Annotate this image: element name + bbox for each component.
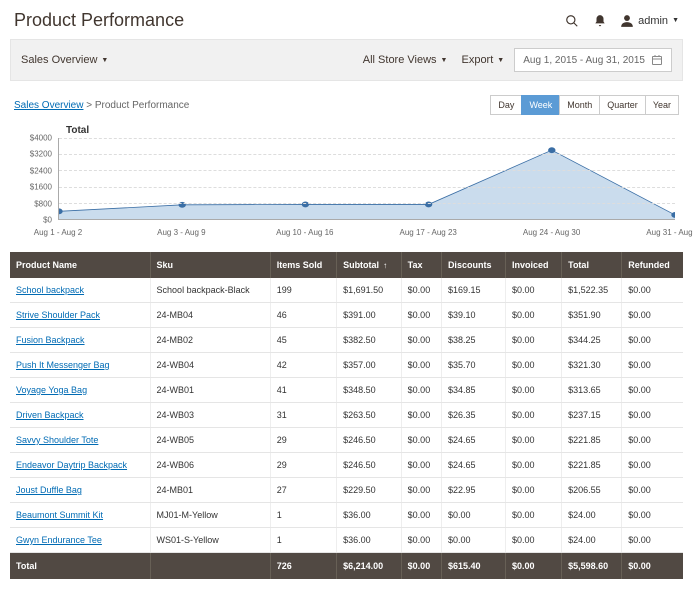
sort-arrow-icon: ↑	[383, 261, 387, 270]
product-link[interactable]: Driven Backpack	[16, 410, 84, 420]
col-total[interactable]: Total	[562, 252, 622, 278]
product-link[interactable]: Push It Messenger Bag	[16, 360, 110, 370]
y-tick: $2400	[30, 166, 52, 175]
table-row: School backpackSchool backpack-Black199$…	[10, 278, 683, 303]
product-link[interactable]: Joust Duffle Bag	[16, 485, 82, 495]
col-subtotal[interactable]: Subtotal↑	[337, 252, 402, 278]
calendar-icon	[651, 54, 663, 66]
y-tick: $1600	[30, 183, 52, 192]
chart-area: $4000$3200$2400$1600$800$0 Aug 1 - Aug 2…	[14, 138, 679, 244]
col-refunded[interactable]: Refunded	[622, 252, 683, 278]
col-tax[interactable]: Tax	[401, 252, 441, 278]
col-sku[interactable]: Sku	[150, 252, 270, 278]
product-link[interactable]: Beaumont Summit Kit	[16, 510, 103, 520]
bell-icon[interactable]	[592, 13, 608, 29]
time-btn-quarter[interactable]: Quarter	[599, 95, 646, 115]
x-label: Aug 31 - Aug 31	[646, 228, 693, 237]
table-row: Savvy Shoulder Tote24-WB0529$246.50$0.00…	[10, 428, 683, 453]
product-link[interactable]: Voyage Yoga Bag	[16, 385, 87, 395]
time-btn-day[interactable]: Day	[490, 95, 522, 115]
sales-overview-dropdown[interactable]: Sales Overview ▼	[21, 54, 108, 66]
y-tick: $4000	[30, 134, 52, 143]
table-row: Gwyn Endurance TeeWS01-S-Yellow1$36.00$0…	[10, 528, 683, 553]
table-row: Beaumont Summit KitMJ01-M-Yellow1$36.00$…	[10, 503, 683, 528]
chart-svg	[59, 138, 675, 219]
y-tick: $3200	[30, 150, 52, 159]
y-tick: $800	[34, 199, 52, 208]
time-btn-week[interactable]: Week	[521, 95, 560, 115]
chevron-down-icon: ▼	[101, 57, 108, 64]
page-title: Product Performance	[14, 10, 564, 31]
table-row: Endeavor Daytrip Backpack24-WB0629$246.5…	[10, 453, 683, 478]
col-items-sold[interactable]: Items Sold	[270, 252, 336, 278]
table-row: Strive Shoulder Pack24-MB0446$391.00$0.0…	[10, 303, 683, 328]
chevron-down-icon: ▼	[497, 57, 504, 64]
store-views-dropdown[interactable]: All Store Views ▼	[363, 54, 448, 66]
col-product-name[interactable]: Product Name	[10, 252, 150, 278]
chart-title: Total	[14, 125, 679, 136]
time-btn-year[interactable]: Year	[645, 95, 679, 115]
admin-menu[interactable]: admin ▼	[620, 14, 679, 28]
product-link[interactable]: School backpack	[16, 285, 84, 295]
export-dropdown[interactable]: Export ▼	[461, 54, 504, 66]
x-label: Aug 10 - Aug 16	[276, 228, 333, 237]
product-table: Product NameSkuItems SoldSubtotal↑TaxDis…	[10, 252, 683, 579]
product-link[interactable]: Endeavor Daytrip Backpack	[16, 460, 127, 470]
admin-label: admin	[638, 15, 668, 27]
table-row: Push It Messenger Bag24-WB0442$357.00$0.…	[10, 353, 683, 378]
table-row: Joust Duffle Bag24-MB0127$229.50$0.00$22…	[10, 478, 683, 503]
table-row: Fusion Backpack24-MB0245$382.50$0.00$38.…	[10, 328, 683, 353]
date-range-picker[interactable]: Aug 1, 2015 - Aug 31, 2015	[514, 48, 672, 72]
product-link[interactable]: Savvy Shoulder Tote	[16, 435, 98, 445]
x-label: Aug 24 - Aug 30	[523, 228, 580, 237]
x-label: Aug 3 - Aug 9	[157, 228, 205, 237]
chevron-down-icon: ▼	[672, 17, 679, 24]
search-icon[interactable]	[564, 13, 580, 29]
x-label: Aug 1 - Aug 2	[34, 228, 82, 237]
col-invoiced[interactable]: Invoiced	[505, 252, 561, 278]
y-tick: $0	[43, 216, 52, 225]
product-link[interactable]: Gwyn Endurance Tee	[16, 535, 102, 545]
breadcrumb-link[interactable]: Sales Overview	[14, 100, 83, 111]
table-row: Voyage Yoga Bag24-WB0141$348.50$0.00$34.…	[10, 378, 683, 403]
chevron-down-icon: ▼	[441, 57, 448, 64]
col-discounts[interactable]: Discounts	[441, 252, 505, 278]
product-link[interactable]: Fusion Backpack	[16, 335, 85, 345]
table-row: Driven Backpack24-WB0331$263.50$0.00$26.…	[10, 403, 683, 428]
time-btn-month[interactable]: Month	[559, 95, 600, 115]
x-label: Aug 17 - Aug 23	[399, 228, 456, 237]
product-link[interactable]: Strive Shoulder Pack	[16, 310, 100, 320]
breadcrumb: Sales Overview > Product Performance	[14, 100, 189, 111]
